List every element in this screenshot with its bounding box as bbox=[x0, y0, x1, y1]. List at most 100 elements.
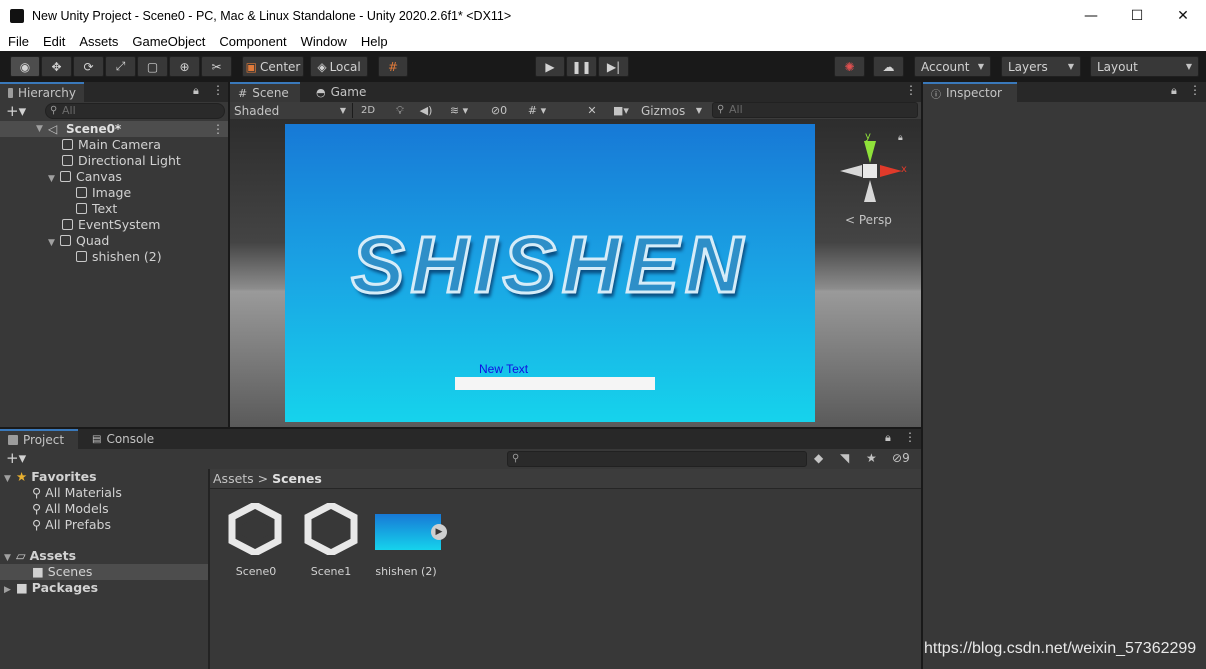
layout-dropdown[interactable]: Layout bbox=[1090, 56, 1199, 77]
lighting-toggle-icon[interactable]: 💡︎ bbox=[390, 102, 410, 119]
tab-project[interactable]: Project bbox=[0, 429, 78, 449]
axis-y-cone[interactable] bbox=[864, 141, 876, 163]
tree-item-directional-light[interactable]: Directional Light bbox=[62, 153, 181, 169]
asset-label-scene1[interactable]: Scene1 bbox=[296, 565, 366, 578]
favorite-all-models[interactable]: ⚲ All Models bbox=[32, 501, 109, 517]
tree-item-eventsystem[interactable]: EventSystem bbox=[62, 217, 160, 233]
tree-item-text[interactable]: Text bbox=[76, 201, 117, 217]
tree-item-main-camera[interactable]: Main Camera bbox=[62, 137, 161, 153]
more-icon[interactable]: ⋮ bbox=[905, 83, 917, 97]
more-icon[interactable]: ⋮ bbox=[904, 430, 916, 444]
asset-label-scene0[interactable]: Scene0 bbox=[221, 565, 291, 578]
minimize-button[interactable]: — bbox=[1068, 0, 1114, 31]
scene-search-input[interactable]: All bbox=[712, 102, 918, 118]
audio-toggle-icon[interactable]: ◀︎) bbox=[416, 102, 436, 119]
play-button-icon[interactable]: ▶ bbox=[535, 56, 565, 77]
tab-inspector[interactable]: ⓘ Inspector bbox=[923, 82, 1017, 102]
gizmo-center-cube[interactable] bbox=[863, 164, 877, 178]
axis-negy-cone[interactable] bbox=[864, 180, 876, 202]
more-icon[interactable]: ⋮ bbox=[1189, 83, 1201, 97]
favorites-header[interactable]: ▼ ★ Favorites bbox=[4, 469, 97, 485]
grid-dropdown-icon[interactable]: # ▾ bbox=[518, 102, 556, 119]
quad-plane[interactable]: SHISHEN New Text bbox=[285, 124, 815, 422]
menu-file[interactable]: File bbox=[0, 34, 36, 49]
pivot-center-button[interactable]: ▣ Center bbox=[242, 56, 304, 77]
add-icon[interactable]: +▾ bbox=[6, 102, 26, 120]
expand-arrow-icon[interactable]: ▼ bbox=[48, 171, 60, 187]
effects-dropdown-icon[interactable]: ≋ ▾ bbox=[442, 102, 476, 119]
gizmo-lock-icon[interactable]: 🔒︎ bbox=[898, 133, 903, 143]
tab-game[interactable]: ◓ Game bbox=[308, 82, 378, 102]
expand-arrow-icon[interactable]: ▶ bbox=[4, 582, 16, 598]
move-tool-icon[interactable]: ✥ bbox=[41, 56, 72, 77]
tree-item-image[interactable]: Image bbox=[76, 185, 131, 201]
rotate-tool-icon[interactable]: ⟳ bbox=[73, 56, 104, 77]
breadcrumb-assets[interactable]: Assets bbox=[213, 471, 254, 486]
menu-edit[interactable]: Edit bbox=[36, 34, 72, 49]
tools-icon[interactable]: ✕ bbox=[582, 102, 602, 119]
ui-image[interactable] bbox=[455, 377, 655, 390]
persp-label[interactable]: < Persp bbox=[845, 213, 892, 227]
grid-snap-icon[interactable]: # bbox=[378, 56, 408, 77]
hierarchy-search-input[interactable]: All bbox=[45, 103, 225, 119]
menu-assets[interactable]: Assets bbox=[72, 34, 125, 49]
favorite-star-icon[interactable]: ★ bbox=[866, 451, 877, 465]
asset-label-shishen[interactable]: shishen (2) bbox=[371, 565, 441, 578]
assets-folder[interactable]: ▼ ▱ Assets bbox=[4, 548, 76, 564]
add-icon[interactable]: +▾ bbox=[6, 449, 26, 467]
project-search-input[interactable] bbox=[507, 451, 807, 467]
scene-row[interactable]: ▼ ◁ Scene0* ⋮ bbox=[0, 121, 228, 137]
expand-arrow-icon[interactable]: ▼ bbox=[48, 235, 60, 251]
favorite-all-materials[interactable]: ⚲ All Materials bbox=[32, 485, 122, 501]
rect-tool-icon[interactable]: ▢ bbox=[137, 56, 168, 77]
tab-scene[interactable]: # Scene bbox=[230, 82, 300, 102]
hidden-packages-icon[interactable]: ⊘9 bbox=[892, 451, 910, 465]
packages-folder[interactable]: ▶ ■ Packages bbox=[4, 580, 98, 596]
scene-menu-icon[interactable]: ⋮ bbox=[212, 121, 224, 137]
layers-dropdown[interactable]: Layers bbox=[1001, 56, 1081, 77]
scene-viewport[interactable]: SHISHEN New Text y x 🔒︎ < Persp bbox=[230, 119, 921, 427]
axis-negx-cone[interactable] bbox=[840, 165, 862, 177]
pause-button-icon[interactable]: ❚❚ bbox=[566, 56, 597, 77]
scenes-folder[interactable]: ■ Scenes bbox=[32, 564, 92, 580]
collab-icon[interactable]: ✺ bbox=[834, 56, 865, 77]
camera-dropdown-icon[interactable]: ■▾ bbox=[606, 102, 636, 119]
tree-item-shishen[interactable]: shishen (2) bbox=[76, 249, 162, 265]
menu-component[interactable]: Component bbox=[212, 34, 293, 49]
breadcrumb-scenes[interactable]: Scenes bbox=[272, 471, 322, 486]
more-icon[interactable]: ⋮ bbox=[212, 83, 224, 97]
ui-new-text[interactable]: New Text bbox=[479, 362, 528, 376]
2d-toggle[interactable]: 2D bbox=[357, 102, 379, 119]
view-tool-eye-icon[interactable]: ◉ bbox=[10, 56, 40, 77]
maximize-button[interactable]: ☐ bbox=[1114, 0, 1160, 31]
splitter[interactable] bbox=[208, 469, 210, 669]
scale-tool-icon[interactable]: ⤢ bbox=[105, 56, 136, 77]
unity-scene-icon[interactable] bbox=[228, 501, 282, 557]
play-preview-icon[interactable]: ▶ bbox=[431, 524, 447, 540]
tab-console[interactable]: ▤ Console bbox=[84, 429, 164, 449]
tree-item-quad[interactable]: ▼ Quad bbox=[48, 233, 109, 249]
custom-tool-icon[interactable]: ✂ bbox=[201, 56, 232, 77]
texture-thumbnail[interactable]: ▶ bbox=[375, 514, 447, 550]
lock-icon[interactable]: 🔒︎ bbox=[885, 431, 891, 445]
account-dropdown[interactable]: Account bbox=[914, 56, 991, 77]
lock-icon[interactable]: 🔒︎ bbox=[193, 84, 199, 98]
transform-tool-icon[interactable]: ⊕ bbox=[169, 56, 200, 77]
lock-icon[interactable]: 🔒︎ bbox=[1171, 84, 1177, 98]
menu-gameobject[interactable]: GameObject bbox=[125, 34, 212, 49]
step-button-icon[interactable]: ▶| bbox=[598, 56, 629, 77]
pivot-local-button[interactable]: ◈ Local bbox=[310, 56, 368, 77]
expand-arrow-icon[interactable]: ▼ bbox=[4, 471, 16, 487]
tree-item-canvas[interactable]: ▼ Canvas bbox=[48, 169, 122, 185]
axis-x-cone[interactable] bbox=[880, 165, 902, 177]
shading-mode-dropdown[interactable]: Shaded ▼ bbox=[230, 102, 350, 119]
tab-hierarchy[interactable]: Hierarchy bbox=[0, 82, 84, 102]
orientation-gizmo[interactable]: y x 🔒︎ bbox=[838, 131, 907, 218]
label-icon[interactable]: ◥ bbox=[840, 451, 849, 465]
menu-help[interactable]: Help bbox=[354, 34, 395, 49]
expand-arrow-icon[interactable]: ▼ bbox=[36, 121, 43, 137]
close-button[interactable]: ✕ bbox=[1160, 0, 1206, 31]
unity-scene-icon[interactable] bbox=[304, 501, 358, 557]
filter-type-icon[interactable]: ◆ bbox=[814, 451, 823, 465]
gizmos-dropdown[interactable]: Gizmos ▼ bbox=[638, 102, 704, 119]
